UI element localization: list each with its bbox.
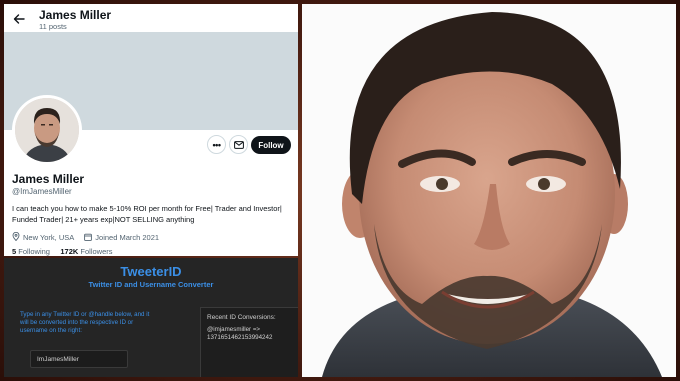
twitter-id-input[interactable]: ImJamesMiller — [30, 350, 128, 368]
follow-stats: 5 Following 172K Followers — [12, 247, 113, 256]
recent-conversions-box: Recent ID Conversions: @imjamesmiller =>… — [200, 307, 298, 377]
following-link[interactable]: 5 Following — [12, 247, 50, 256]
envelope-icon — [233, 136, 244, 154]
tweeterid-subtitle: Twitter ID and Username Converter — [88, 280, 214, 289]
posts-count: 11 posts — [39, 22, 67, 31]
header-name: James Miller — [39, 8, 112, 22]
avatar-image — [15, 98, 79, 162]
tweeterid-title[interactable]: TweeterID — [4, 264, 298, 279]
following-label: Following — [18, 247, 50, 256]
profile-photo-large — [302, 4, 676, 377]
man-portrait-image — [302, 4, 676, 377]
profile-location: New York, USA — [23, 233, 75, 242]
tweeterid-panel: TweeterID Twitter ID and Username Conver… — [4, 258, 298, 377]
more-options-button[interactable]: ••• — [207, 135, 226, 154]
profile-joined-date: Joined March 2021 — [95, 233, 160, 242]
message-button[interactable] — [229, 135, 248, 154]
profile-meta: New York, USA Joined March 2021 — [12, 231, 160, 243]
calendar-icon — [84, 233, 95, 243]
profile-header-bar: James Miller 11 posts — [4, 4, 298, 32]
back-arrow-icon[interactable] — [12, 12, 26, 26]
profile-bio: I can teach you how to make 5-10% ROI pe… — [12, 204, 282, 224]
avatar[interactable] — [12, 95, 82, 165]
display-name: James Miller — [12, 172, 85, 186]
recent-conversions-title: Recent ID Conversions: — [207, 314, 276, 321]
following-count: 5 — [12, 247, 17, 256]
followers-label: Followers — [80, 247, 113, 256]
followers-link[interactable]: 172K Followers — [60, 247, 112, 256]
location-pin-icon — [12, 231, 23, 243]
tweeterid-instructions: Type in any Twitter ID or @handle below,… — [20, 311, 150, 334]
followers-count: 172K — [60, 247, 79, 256]
recent-conversion-entry: @imjamesmiller => 1371651462153994242 — [207, 326, 273, 341]
user-handle: @ImJamesMiller — [12, 187, 72, 196]
twitter-profile-panel: James Miller 11 posts ••• Follow James M… — [4, 4, 298, 256]
follow-button[interactable]: Follow — [251, 136, 291, 154]
